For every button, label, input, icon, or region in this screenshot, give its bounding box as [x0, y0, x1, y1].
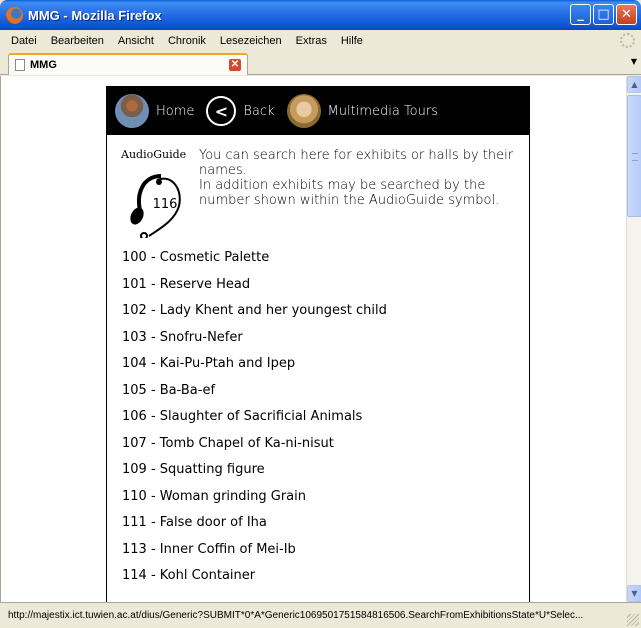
exhibit-link[interactable]: 113 - Inner Coffin of Mei-Ib — [122, 542, 387, 569]
menu-hilfe[interactable]: Hilfe — [334, 35, 370, 47]
menu-extras[interactable]: Extras — [289, 35, 334, 47]
tab-list-arrow-icon[interactable]: ▼ — [631, 57, 637, 66]
audioguide-headphone-icon: 116 — [130, 174, 181, 238]
exhibit-link[interactable]: 100 - Cosmetic Palette — [122, 250, 387, 277]
menu-chronik[interactable]: Chronik — [161, 35, 213, 47]
page-icon — [15, 59, 25, 71]
scroll-down-button[interactable]: ▼ — [627, 585, 641, 602]
tab-label: MMG — [30, 59, 57, 71]
nav-tours-link[interactable]: Multimedia Tours — [328, 104, 438, 119]
close-tab-icon[interactable]: ✕ — [229, 59, 241, 71]
status-bar: http://majestix.ict.tuwien.ac.at/dius/Ge… — [0, 602, 641, 628]
page-viewport: Home < Back Multimedia Tours AudioGuide … — [0, 76, 626, 602]
exhibit-link[interactable]: 103 - Snofru-Nefer — [122, 330, 387, 357]
menu-lesezeichen[interactable]: Lesezeichen — [213, 35, 289, 47]
exhibit-link[interactable]: 109 - Squatting figure — [122, 462, 387, 489]
vertical-scrollbar[interactable]: ▲ ▼ — [626, 76, 641, 602]
menu-bar: Datei Bearbeiten Ansicht Chronik Lesezei… — [0, 30, 641, 51]
menu-datei[interactable]: Datei — [4, 35, 44, 47]
maximize-button[interactable]: □ — [593, 4, 614, 25]
minimize-button[interactable]: _ — [570, 4, 591, 25]
audioguide-line-1: You can search here for exhibits or hall… — [199, 148, 514, 178]
audioguide-line-2: In addition exhibits may be searched by … — [199, 178, 500, 208]
audioguide-logo: AudioGuide 116 — [121, 148, 193, 238]
firefox-icon — [6, 6, 23, 24]
page-panel: Home < Back Multimedia Tours AudioGuide … — [106, 86, 530, 602]
audioguide-info: AudioGuide 116 You can search here for e… — [121, 148, 521, 248]
menu-ansicht[interactable]: Ansicht — [111, 35, 161, 47]
nav-back-link[interactable]: Back — [243, 104, 274, 119]
scroll-thumb[interactable] — [627, 95, 641, 217]
site-navbar: Home < Back Multimedia Tours — [107, 87, 529, 135]
exhibit-link[interactable]: 114 - Kohl Container — [122, 568, 387, 595]
audioguide-number: 116 — [153, 197, 178, 212]
back-arrow-icon[interactable]: < — [206, 96, 237, 126]
exhibit-link[interactable]: 101 - Reserve Head — [122, 277, 387, 304]
exhibit-link[interactable]: 104 - Kai-Pu-Ptah and Ipep — [122, 356, 387, 383]
tab-mmg[interactable]: MMG ✕ — [8, 53, 248, 75]
exhibit-link[interactable]: 102 - Lady Khent and her youngest child — [122, 303, 387, 330]
tab-bar: MMG ✕ ▼ — [0, 51, 641, 75]
home-dome-icon[interactable] — [115, 94, 149, 128]
exhibit-list: 100 - Cosmetic Palette 101 - Reserve Hea… — [122, 250, 387, 595]
scroll-up-button[interactable]: ▲ — [627, 76, 641, 93]
exhibit-link[interactable]: 111 - False door of Iha — [122, 515, 387, 542]
audioguide-description: You can search here for exhibits or hall… — [199, 148, 519, 208]
close-window-button[interactable]: ✕ — [616, 4, 637, 25]
status-url: http://majestix.ict.tuwien.ac.at/dius/Ge… — [8, 610, 584, 621]
exhibit-link[interactable]: 106 - Slaughter of Sacrificial Animals — [122, 409, 387, 436]
throbber-icon — [620, 33, 635, 48]
menu-bearbeiten[interactable]: Bearbeiten — [44, 35, 111, 47]
resize-grip-icon[interactable] — [627, 614, 639, 626]
scroll-grip-icon — [632, 153, 638, 161]
tours-portrait-icon[interactable] — [286, 94, 321, 128]
exhibit-link[interactable]: 107 - Tomb Chapel of Ka-ni-nisut — [122, 436, 387, 463]
exhibit-link[interactable]: 105 - Ba-Ba-ef — [122, 383, 387, 410]
nav-home-link[interactable]: Home — [156, 104, 194, 119]
window-title: MMG - Mozilla Firefox — [28, 7, 162, 23]
title-bar: MMG - Mozilla Firefox _ □ ✕ — [0, 0, 641, 30]
window-controls: _ □ ✕ — [570, 4, 637, 25]
exhibit-link[interactable]: 110 - Woman grinding Grain — [122, 489, 387, 516]
